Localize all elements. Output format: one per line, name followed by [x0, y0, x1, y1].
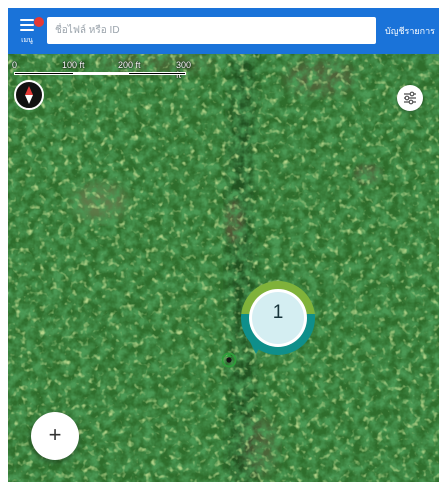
cluster-marker[interactable]: 1	[240, 280, 316, 364]
scale-label-300: 300 ft	[176, 60, 192, 80]
hamburger-icon	[20, 19, 34, 31]
scale-line	[14, 72, 186, 75]
menu-label: เมนู	[21, 37, 33, 44]
location-marker-icon	[221, 352, 237, 368]
menu-button[interactable]: เมนู	[12, 12, 44, 50]
app-frame: เมนู บัญชีรายการ	[8, 8, 439, 482]
filter-button[interactable]	[397, 85, 423, 111]
plus-icon: +	[48, 422, 62, 447]
location-marker[interactable]	[221, 352, 237, 368]
scale-label-200: 200 ft	[118, 60, 141, 70]
compass-button[interactable]	[14, 80, 44, 110]
satellite-map[interactable]: 0 100 ft 200 ft 300 ft 1 +	[8, 54, 439, 482]
scale-label-100: 100 ft	[62, 60, 85, 70]
satellite-imagery	[8, 54, 439, 482]
top-bar: เมนู บัญชีรายการ	[8, 8, 439, 54]
scale-label-0: 0	[12, 60, 18, 70]
compass-icon	[25, 86, 33, 104]
scale-bar: 0 100 ft 200 ft 300 ft	[12, 60, 197, 80]
notification-dot	[34, 17, 44, 27]
add-button[interactable]: +	[31, 412, 79, 460]
filter-sliders-icon	[404, 91, 416, 105]
search-input[interactable]	[47, 17, 376, 44]
cluster-count: 1	[272, 302, 284, 323]
account-list-link[interactable]: บัญชีรายการ	[384, 24, 436, 38]
